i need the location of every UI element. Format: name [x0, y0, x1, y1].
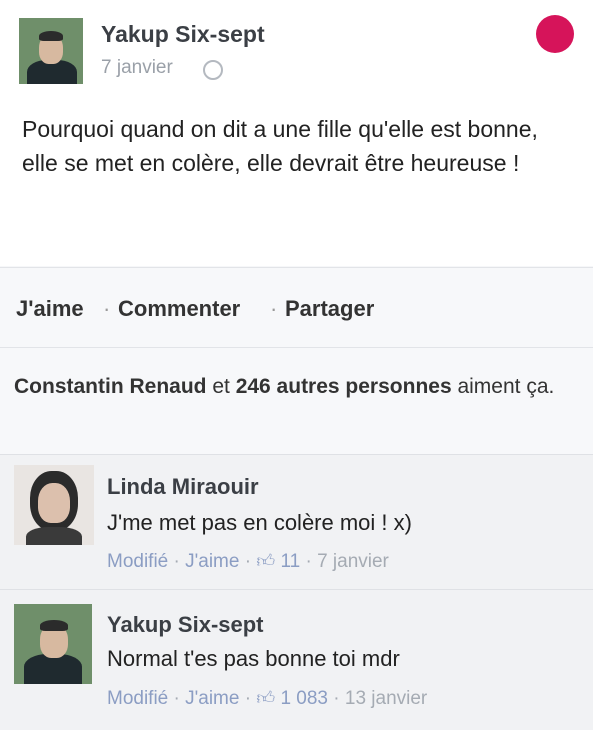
comment-text: Normal t'es pas bonne toi mdr — [107, 646, 400, 671]
commenter-avatar[interactable] — [14, 604, 92, 684]
separator: · — [327, 688, 345, 709]
separator: · — [168, 688, 186, 709]
comment-like-button[interactable]: J'aime — [185, 551, 239, 572]
post-text: Pourquoi quand on dit a une fille qu'ell… — [22, 116, 538, 176]
commenter-avatar[interactable] — [14, 465, 94, 545]
comment-item: Yakup Six-sept Normal t'es pas bonne toi… — [0, 589, 593, 730]
comment-item: Linda Miraouir J'me met pas en colère mo… — [0, 454, 593, 589]
post-timestamp[interactable]: 7 janvier — [101, 57, 173, 79]
notification-dot — [536, 15, 574, 53]
author-avatar[interactable] — [19, 18, 83, 84]
comment-like-button[interactable]: J'aime — [185, 688, 239, 709]
comment-timestamp[interactable]: 7 janvier — [317, 551, 389, 572]
separator: · — [168, 551, 186, 572]
thumbs-up-icon: 👍︎ — [256, 551, 276, 571]
likes-connector: et — [206, 375, 236, 398]
separator: · — [300, 551, 318, 572]
thumbs-up-icon: 👍︎ — [256, 688, 276, 708]
edited-link[interactable]: Modifié — [107, 688, 168, 709]
comment-meta: Modifié · J'aime · 👍︎ 1 083 · 13 janvier — [107, 687, 427, 710]
comment-text: J'me met pas en colère moi ! x) — [107, 510, 412, 535]
separator: · — [270, 296, 278, 321]
share-button[interactable]: Partager — [285, 296, 374, 322]
post-actions: J'aime · Commenter · Partager — [0, 267, 593, 348]
likes-summary: Constantin Renaud et 246 autres personne… — [0, 347, 593, 454]
globe-icon — [203, 60, 223, 80]
comment-like-count[interactable]: 1 083 — [280, 688, 328, 709]
likes-suffix: aiment ça. — [451, 375, 555, 398]
separator: · — [239, 551, 257, 572]
comment-button[interactable]: Commenter — [118, 296, 240, 322]
post-author-name[interactable]: Yakup Six-sept — [101, 21, 265, 48]
comment-author-name[interactable]: Linda Miraouir — [107, 474, 259, 500]
separator: · — [239, 688, 257, 709]
separator: · — [103, 296, 111, 321]
like-button[interactable]: J'aime — [16, 296, 84, 322]
comment-meta: Modifié · J'aime · 👍︎ 11 · 7 janvier — [107, 550, 389, 573]
other-likers-link[interactable]: 246 autres personnes — [236, 375, 452, 398]
liker-name[interactable]: Constantin Renaud — [14, 375, 207, 398]
comment-timestamp[interactable]: 13 janvier — [345, 688, 427, 709]
post-card: Yakup Six-sept 7 janvier Pourquoi quand … — [0, 0, 593, 266]
edited-link[interactable]: Modifié — [107, 551, 168, 572]
comment-like-count[interactable]: 11 — [280, 551, 300, 572]
comment-author-name[interactable]: Yakup Six-sept — [107, 612, 264, 638]
